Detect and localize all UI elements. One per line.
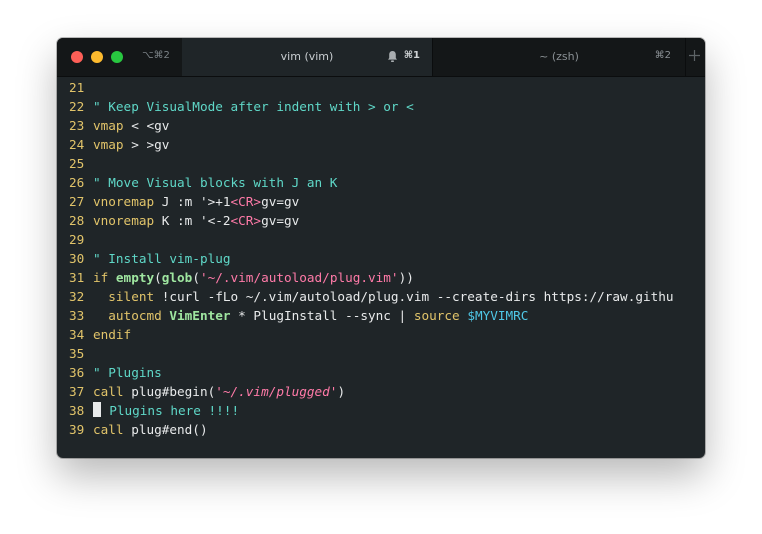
line-number: 24 xyxy=(69,137,85,152)
code-token: plug#begin( xyxy=(123,384,216,399)
code-line[interactable]: 32 silent !curl -fLo ~/.vim/autoload/plu… xyxy=(69,287,674,306)
code-token: plug#end() xyxy=(123,422,208,437)
code-token: vmap xyxy=(93,118,124,133)
code-token: $MYVIMRC xyxy=(467,308,529,323)
window-shortcut: ⌥⌘2 xyxy=(142,50,170,61)
code-line[interactable]: 35 xyxy=(69,344,93,363)
line-number: 21 xyxy=(69,80,85,95)
code-token: > >gv xyxy=(123,137,170,152)
code-token: glob xyxy=(161,270,193,285)
code-token: <CR> xyxy=(230,194,262,209)
window-controls xyxy=(71,51,123,63)
code-line[interactable]: 23 vmap < <gv xyxy=(69,116,169,135)
close-button[interactable] xyxy=(71,51,83,63)
code-token: call xyxy=(93,422,124,437)
code-token: " Plugins xyxy=(93,365,162,380)
code-token: " Keep VisualMode after indent with > or… xyxy=(93,99,414,114)
tab-shortcut: ⌘1 xyxy=(403,50,420,61)
code-line[interactable]: 38 Plugins here !!!! xyxy=(69,401,239,420)
code-token: " Move Visual blocks with J an K xyxy=(93,175,338,190)
code-line[interactable]: 30 " Install vim-plug xyxy=(69,249,231,268)
line-number: 29 xyxy=(69,232,85,247)
text-cursor xyxy=(93,402,101,417)
code-token: gv=gv xyxy=(261,194,300,209)
tab-shortcut: ⌘2 xyxy=(654,50,671,61)
code-token: VimEnter xyxy=(161,308,231,323)
code-token: silent xyxy=(93,289,155,304)
code-token: autocmd xyxy=(93,308,162,323)
line-number: 28 xyxy=(69,213,85,228)
line-number: 30 xyxy=(69,251,85,266)
code-token: call xyxy=(93,384,124,399)
code-token: if xyxy=(93,270,116,285)
tab-zsh[interactable]: ~ (zsh) ⌘2 xyxy=(433,38,685,76)
code-token: ( xyxy=(192,270,200,285)
title-bar: ⌥⌘2 vim (vim) ⌘1 ~ (zsh) ⌘2 xyxy=(57,38,705,77)
line-number: 34 xyxy=(69,327,85,342)
tab-title: ~ (zsh) xyxy=(539,50,579,63)
line-number: 39 xyxy=(69,422,85,437)
line-number: 38 xyxy=(69,403,85,418)
code-line[interactable]: 39 call plug#end() xyxy=(69,420,208,439)
line-number: 27 xyxy=(69,194,85,209)
code-token: gv=gv xyxy=(261,213,300,228)
tab-divider xyxy=(685,38,686,76)
code-line[interactable]: 25 xyxy=(69,154,93,173)
code-token: K :m '<-2 xyxy=(154,213,231,228)
line-number: 35 xyxy=(69,346,85,361)
code-line[interactable]: 28 vnoremap K :m '<-2<CR>gv=gv xyxy=(69,211,299,230)
code-line[interactable]: 24 vmap > >gv xyxy=(69,135,169,154)
code-token: '~/.vim/plugged' xyxy=(215,384,338,399)
code-token: ) xyxy=(337,384,346,399)
line-number: 25 xyxy=(69,156,85,171)
tab-vim[interactable]: vim (vim) ⌘1 xyxy=(182,38,432,76)
line-number: 26 xyxy=(69,175,85,190)
code-line[interactable]: 31 if empty(glob('~/.vim/autoload/plug.vi… xyxy=(69,268,414,287)
vim-editor[interactable]: 21 22 " Keep VisualMode after indent with … xyxy=(57,77,705,458)
code-token: ( xyxy=(154,270,162,285)
code-token: J :m '>+1 xyxy=(154,194,231,209)
code-token: source xyxy=(413,308,460,323)
code-token: empty xyxy=(115,270,155,285)
code-token: " Install vim-plug xyxy=(93,251,231,266)
code-line[interactable]: 22 " Keep VisualMode after indent with > … xyxy=(69,97,414,116)
code-token: vnoremap xyxy=(93,213,155,228)
code-line[interactable]: 37 call plug#begin('~/.vim/plugged') xyxy=(69,382,345,401)
code-token: )) xyxy=(398,270,414,285)
line-number: 23 xyxy=(69,118,85,133)
line-number: 32 xyxy=(69,289,85,304)
code-token: vnoremap xyxy=(93,194,155,209)
code-line[interactable]: 29 xyxy=(69,230,93,249)
line-number: 33 xyxy=(69,308,85,323)
code-line[interactable]: 21 xyxy=(69,78,93,97)
code-line[interactable]: 34 endif xyxy=(69,325,131,344)
code-line[interactable]: 26 " Move Visual blocks with J an K xyxy=(69,173,337,192)
code-token: Plugins here !!!! xyxy=(101,403,240,418)
plus-icon[interactable] xyxy=(688,49,701,62)
code-token: * PlugInstall --sync | xyxy=(230,308,414,323)
code-token: !curl -fLo ~/.vim/autoload/plug.vim --cr… xyxy=(154,289,674,304)
code-line[interactable]: 27 vnoremap J :m '>+1<CR>gv=gv xyxy=(69,192,299,211)
line-number: 37 xyxy=(69,384,85,399)
bell-icon xyxy=(388,51,397,62)
line-number: 22 xyxy=(69,99,85,114)
terminal-window: ⌥⌘2 vim (vim) ⌘1 ~ (zsh) ⌘2 21 22 " Keep V… xyxy=(57,38,705,458)
zoom-button[interactable] xyxy=(111,51,123,63)
minimize-button[interactable] xyxy=(91,51,103,63)
code-token: vmap xyxy=(93,137,124,152)
code-line[interactable]: 36 " Plugins xyxy=(69,363,162,382)
code-line[interactable]: 33 autocmd VimEnter * PlugInstall --sync… xyxy=(69,306,528,325)
code-token: < <gv xyxy=(123,118,170,133)
code-token: endif xyxy=(93,327,132,342)
code-token: '~/.vim/autoload/plug.vim' xyxy=(199,270,399,285)
line-number: 31 xyxy=(69,270,85,285)
line-number: 36 xyxy=(69,365,85,380)
code-token: <CR> xyxy=(230,213,262,228)
